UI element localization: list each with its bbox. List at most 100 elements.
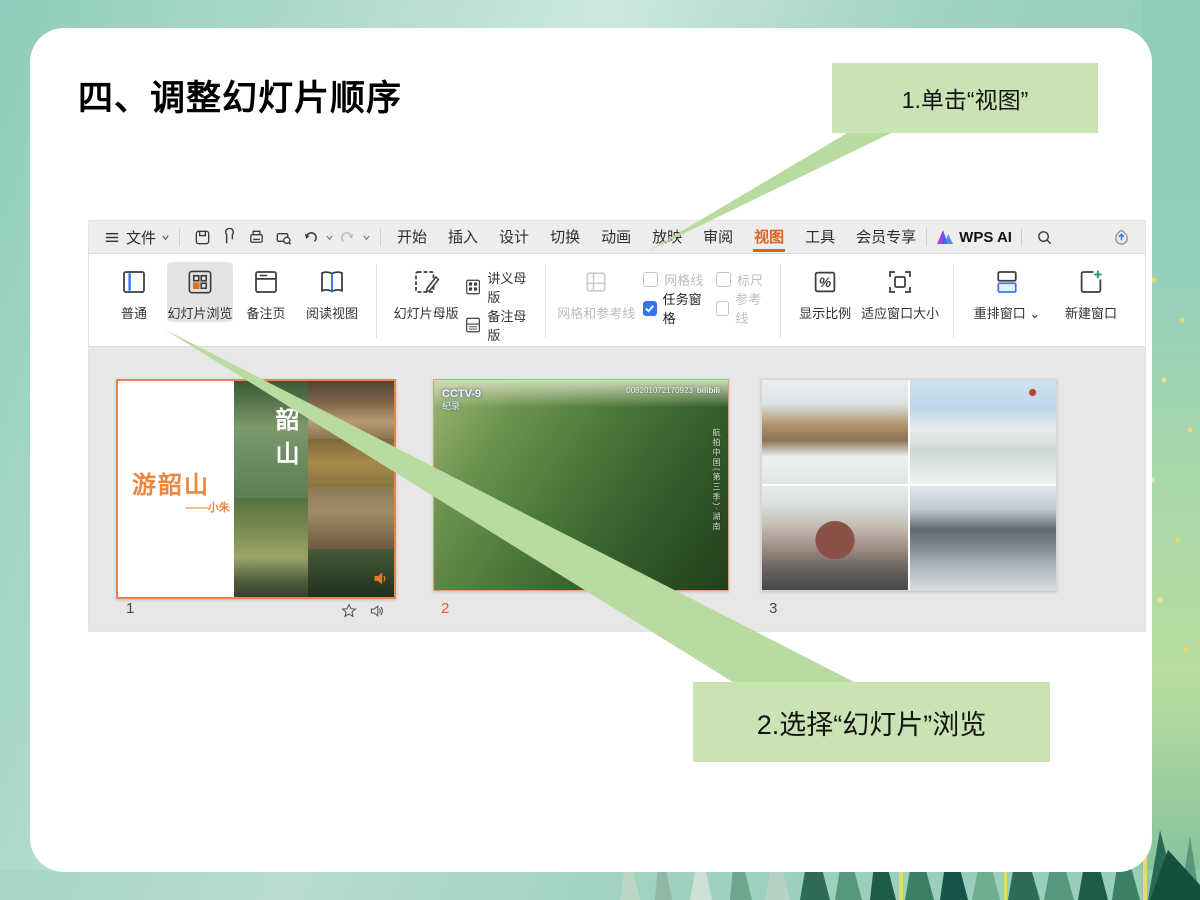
tab-slideshow[interactable]: 放映	[651, 223, 683, 252]
guides-checkbox[interactable]: 参考线	[716, 289, 769, 327]
slide-sorter-area: 游韶山 ——小朱 韶山 1	[89, 347, 1145, 632]
handout-master-button[interactable]: 讲义母版	[464, 268, 534, 306]
slide1-byline: ——小朱	[186, 499, 230, 515]
grid-and-guides-icon	[581, 267, 611, 297]
redo-icon[interactable]	[338, 228, 357, 247]
callout-step2: 2.选择“幻灯片”浏览	[693, 682, 1050, 762]
photo-snowy-building	[910, 486, 1056, 590]
tab-start[interactable]: 开始	[396, 223, 428, 252]
slide-sorter-icon	[185, 267, 215, 297]
callout-step2-text: 2.选择“幻灯片”浏览	[757, 703, 987, 742]
chevron-down-icon[interactable]	[325, 233, 334, 242]
gridlines-label: 网格线	[664, 270, 703, 289]
notes-master-label: 备注母版	[487, 306, 534, 344]
file-menu[interactable]: 文件	[126, 227, 170, 248]
checkbox-icon	[716, 301, 729, 316]
photo-snowy-gate	[910, 380, 1056, 484]
slide1-photo-collage	[234, 381, 394, 597]
reading-view-icon	[317, 267, 347, 297]
slide1-title: 游韶山	[132, 465, 210, 500]
photo-autumn	[308, 439, 394, 487]
save-icon[interactable]	[193, 228, 212, 247]
slide1-overlay-text: 韶山	[267, 407, 302, 475]
slide2-side-caption: 航拍中国(第三季)·湖南	[711, 428, 722, 532]
notes-master-button[interactable]: 备注母版	[464, 306, 534, 344]
slide-thumbnail-2[interactable]: CCTV-9 纪录 008201072170923 bilibili 航拍中国(…	[433, 379, 729, 591]
ruler-checkbox[interactable]: 标尺	[716, 270, 769, 289]
slide-master-icon	[411, 267, 441, 297]
ribbon-tabs: 开始 插入 设计 切换 动画 放映 审阅 视图 工具 会员专享	[396, 223, 917, 252]
print-icon[interactable]	[247, 228, 266, 247]
zoom-scale-button[interactable]: % 显示比例	[792, 262, 858, 322]
divider	[380, 228, 381, 246]
normal-view-label: 普通	[121, 303, 147, 322]
svg-text:%: %	[819, 275, 831, 290]
tab-animation[interactable]: 动画	[600, 223, 632, 252]
reading-view-button[interactable]: 阅读视图	[299, 262, 365, 322]
tab-design[interactable]: 设计	[498, 223, 530, 252]
upgrade-icon[interactable]	[1112, 228, 1131, 247]
arrange-windows-button[interactable]: 重排窗口 ⌄	[965, 262, 1049, 322]
chevron-down-icon	[161, 233, 170, 242]
wps-screenshot: 文件 开始	[88, 220, 1146, 632]
view-mode-group: 普通 幻灯片浏览 备注页	[101, 262, 365, 340]
photo-courtyard	[308, 487, 394, 550]
tab-tools[interactable]: 工具	[804, 223, 836, 252]
divider	[926, 228, 927, 246]
tab-insert[interactable]: 插入	[447, 223, 479, 252]
guides-label: 参考线	[735, 289, 769, 327]
slide-thumbnail-1[interactable]: 游韶山 ——小朱 韶山	[116, 379, 396, 599]
slide-sorter-button[interactable]: 幻灯片浏览	[167, 262, 233, 322]
notes-page-button[interactable]: 备注页	[233, 262, 299, 322]
export-icon[interactable]	[220, 228, 239, 247]
speaker-icon	[369, 603, 385, 619]
slide2-id-watermark: 008201072170923 bilibili	[626, 386, 720, 395]
photo-trees	[234, 498, 308, 597]
checkbox-icon	[643, 272, 658, 287]
divider	[780, 264, 781, 338]
speaker-icon	[372, 570, 389, 587]
page-title: 四、调整幻灯片顺序	[78, 70, 402, 121]
photo-memorial-arch	[762, 486, 908, 590]
normal-view-icon	[119, 267, 149, 297]
zoom-scale-icon: %	[810, 267, 840, 297]
fit-window-button[interactable]: 适应窗口大小	[858, 262, 942, 322]
menu-bar: 文件 开始	[89, 221, 1145, 254]
new-window-icon	[1076, 267, 1106, 297]
grid-group: 网格和参考线 网格线 任务窗格 标尺	[557, 262, 769, 340]
zoom-scale-label: 显示比例	[799, 303, 851, 322]
tab-view[interactable]: 视图	[753, 223, 785, 252]
slide2-channel-watermark: CCTV-9 纪录	[442, 388, 481, 412]
slide1-number: 1	[126, 600, 134, 617]
hamburger-icon[interactable]	[103, 228, 122, 247]
view-ribbon: 普通 幻灯片浏览 备注页	[89, 254, 1145, 347]
slide-master-button[interactable]: 幻灯片母版	[388, 262, 464, 322]
grid-and-guides-label: 网格和参考线	[557, 303, 635, 322]
notes-page-label: 备注页	[246, 303, 285, 322]
tab-transition[interactable]: 切换	[549, 223, 581, 252]
grid-and-guides-button[interactable]: 网格和参考线	[557, 262, 635, 322]
slide-master-label: 幻灯片母版	[394, 303, 459, 322]
photo-house	[308, 381, 394, 439]
tab-review[interactable]: 审阅	[702, 223, 734, 252]
new-window-button[interactable]: 新建窗口	[1049, 262, 1133, 322]
arrange-windows-label: 重排窗口 ⌄	[974, 303, 1041, 322]
divider	[545, 264, 546, 338]
search-icon[interactable]	[1035, 228, 1054, 247]
wps-ai-label: WPS AI	[959, 229, 1012, 246]
new-window-label: 新建窗口	[1065, 303, 1117, 322]
slide-thumbnail-3[interactable]	[761, 379, 1057, 591]
handout-master-label: 讲义母版	[487, 268, 534, 306]
slide1-text-panel: 游韶山 ——小朱	[118, 381, 234, 597]
print-preview-icon[interactable]	[274, 228, 293, 247]
reading-view-label: 阅读视图	[306, 303, 358, 322]
undo-icon[interactable]	[301, 228, 320, 247]
tab-member[interactable]: 会员专享	[855, 223, 917, 252]
gridlines-checkbox[interactable]: 网格线	[643, 270, 708, 289]
task-pane-checkbox[interactable]: 任务窗格	[643, 289, 708, 327]
normal-view-button[interactable]: 普通	[101, 262, 167, 322]
chevron-down-icon[interactable]	[362, 233, 371, 242]
wps-ai-button[interactable]: WPS AI	[936, 229, 1012, 246]
star-icon	[341, 603, 357, 619]
slide2-number: 2	[441, 600, 449, 617]
